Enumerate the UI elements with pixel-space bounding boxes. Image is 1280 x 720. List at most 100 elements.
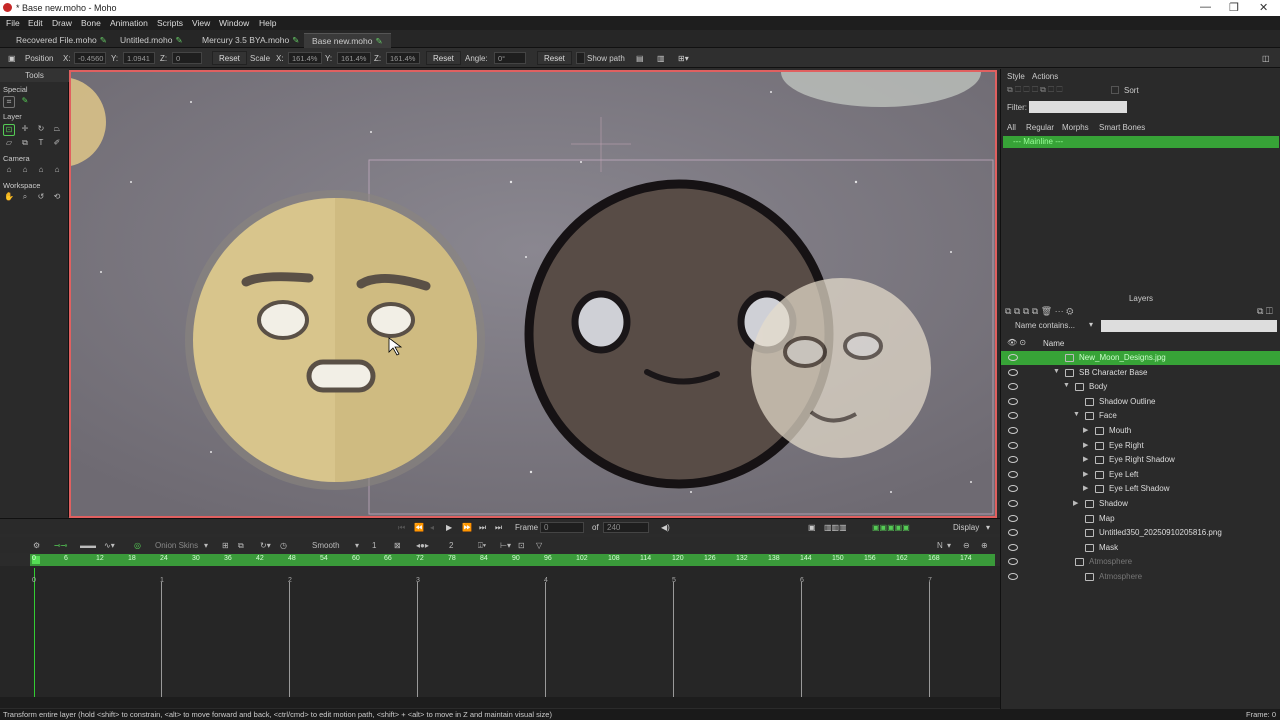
n-chevron-icon[interactable]: ▾: [947, 541, 951, 550]
layer-row[interactable]: Map: [1001, 512, 1280, 526]
menu-file[interactable]: File: [6, 18, 20, 28]
marker-icon[interactable]: ⍗▾: [478, 541, 486, 551]
expand-closed-icon[interactable]: ▶: [1073, 499, 1078, 507]
move-tool-icon[interactable]: ✛: [19, 124, 31, 136]
timeline-body[interactable]: 0 1 2 3 4 5 6 7: [0, 566, 1000, 698]
reset-scale-button[interactable]: Reset: [426, 51, 461, 65]
layer-row[interactable]: Atmosphere: [1001, 555, 1280, 569]
hand-tool-icon[interactable]: ✋: [3, 192, 15, 204]
frame-ruler[interactable]: 0 6 12 18 24 30 36 42 48 54 60 66 72 78 84 90 96 102 108 11…: [30, 554, 995, 566]
menu-draw[interactable]: Draw: [52, 18, 72, 28]
sort-checkbox[interactable]: [1111, 86, 1119, 94]
n-label[interactable]: N: [937, 541, 943, 550]
filter-keys-icon[interactable]: ▽: [536, 541, 542, 550]
angle-field[interactable]: 0°: [494, 52, 526, 64]
visibility-eye-icon[interactable]: [1008, 368, 1018, 376]
mainline-action[interactable]: --- Mainline ---: [1003, 136, 1279, 148]
actions-toolbar-icons[interactable]: ⧉ ⬚ ⬚ ⬚ ⧉ ⬚ ⬚: [1007, 85, 1063, 95]
expand-closed-icon[interactable]: ▶: [1083, 441, 1088, 449]
expand-closed-icon[interactable]: ▶: [1083, 470, 1088, 478]
zoom-in-timeline-icon[interactable]: ⊕: [981, 541, 988, 550]
camera-pan-icon[interactable]: ⌂: [51, 165, 63, 177]
close-icon[interactable]: ✕: [1259, 1, 1268, 14]
filter-input[interactable]: [1029, 101, 1127, 113]
layer-row[interactable]: Atmosphere: [1001, 570, 1280, 584]
onion-chevron-icon[interactable]: ▾: [204, 541, 208, 550]
visibility-eye-icon[interactable]: [1008, 456, 1018, 464]
crop-tool-icon[interactable]: ⌗: [3, 96, 15, 108]
rotate-workspace-icon[interactable]: ↺: [35, 192, 47, 204]
interp-chevron-icon[interactable]: ▾: [355, 541, 359, 550]
next-key-icon[interactable]: ⏭: [479, 523, 486, 533]
cycle-icon[interactable]: ↻▾: [260, 541, 271, 550]
name-contains-dropdown[interactable]: Name contains...: [1005, 320, 1097, 332]
reset-position-button[interactable]: Reset: [212, 51, 247, 65]
rotate-tool-icon[interactable]: ↻: [35, 124, 47, 136]
camera-zoom-icon[interactable]: ⌂: [19, 165, 31, 177]
filter-smart-bones[interactable]: Smart Bones: [1099, 123, 1145, 132]
tab-actions[interactable]: Actions: [1032, 72, 1058, 81]
first-frame-icon[interactable]: ⏮: [398, 523, 405, 533]
restore-icon[interactable]: ❐: [1229, 1, 1239, 14]
visibility-eye-icon[interactable]: [1008, 573, 1018, 580]
visibility-eye-icon[interactable]: [1008, 514, 1018, 522]
tab-base-new[interactable]: Base new.moho ✎: [304, 33, 391, 48]
reset-angle-button[interactable]: Reset: [537, 51, 572, 65]
volume-icon[interactable]: ◀): [661, 523, 670, 532]
filter-all[interactable]: All: [1007, 123, 1016, 132]
expand-closed-icon[interactable]: ▶: [1083, 426, 1088, 434]
position-y-field[interactable]: 1.0941: [123, 52, 155, 64]
menu-view[interactable]: View: [192, 18, 210, 28]
fit-keys-icon[interactable]: ⊡: [518, 541, 525, 550]
layer-row[interactable]: ▼ SB Character Base: [1001, 366, 1280, 380]
visibility-eye-icon[interactable]: [1008, 441, 1018, 449]
shear-tool-icon[interactable]: ⏢: [51, 124, 63, 136]
expand-open-icon[interactable]: ▼: [1063, 382, 1070, 389]
layer-row[interactable]: ▼ Body: [1001, 380, 1280, 394]
position-z-field[interactable]: 0: [172, 52, 202, 64]
total-frames-input[interactable]: 240: [603, 522, 649, 533]
camera-track-icon[interactable]: ⌂: [3, 165, 15, 177]
next-frame-icon[interactable]: ⏩: [462, 523, 472, 532]
panel-toggle-icon[interactable]: ◫: [1262, 54, 1270, 63]
layers-options-icon[interactable]: ⧉ ◫: [1257, 306, 1273, 317]
tab-style[interactable]: Style: [1007, 72, 1025, 81]
last-frame-icon[interactable]: ⏭: [495, 523, 502, 533]
key-box-icon[interactable]: ⊠: [394, 541, 401, 550]
layer-row[interactable]: ▶ Shadow: [1001, 497, 1280, 511]
expand-open-icon[interactable]: ▼: [1073, 411, 1080, 418]
visibility-eye-icon[interactable]: [1008, 558, 1018, 566]
play-icon[interactable]: ▶: [446, 523, 452, 532]
frame-input[interactable]: 0: [540, 522, 584, 533]
show-path-checkbox[interactable]: [576, 52, 585, 64]
layer-row[interactable]: Shadow Outline: [1001, 395, 1280, 409]
orbit-workspace-icon[interactable]: ⟲: [51, 192, 63, 204]
prev-key-icon[interactable]: ⏪: [414, 523, 424, 532]
zoom-tool-icon[interactable]: ⌕: [19, 192, 31, 204]
view-options-icon[interactable]: ▣▣▣▣▣: [872, 523, 910, 532]
visibility-eye-icon[interactable]: [1008, 397, 1018, 405]
canvas-viewport[interactable]: [69, 70, 997, 518]
visibility-eye-icon[interactable]: [1008, 427, 1018, 434]
view-single-icon[interactable]: ▣: [808, 523, 816, 532]
view-layout-icon[interactable]: ▥▥▥: [824, 523, 847, 532]
expand-closed-icon[interactable]: ▶: [1083, 484, 1088, 492]
scale-z-field[interactable]: 161.4%: [386, 52, 420, 64]
prev-frame-icon[interactable]: ◂: [430, 523, 434, 532]
align-keys-icon[interactable]: ⊢▾: [500, 541, 511, 550]
layer-row[interactable]: ▶ Eye Right Shadow: [1001, 453, 1280, 467]
scale-x-field[interactable]: 161.4%: [288, 52, 322, 64]
filter-morphs[interactable]: Morphs: [1062, 123, 1089, 132]
align-icon[interactable]: ⊞▾: [678, 54, 689, 63]
copy-keys-icon[interactable]: ⧉: [238, 541, 244, 551]
eyedropper-tool-icon[interactable]: ✐: [51, 138, 63, 150]
layer-row[interactable]: Untitled350_20250910205816.png: [1001, 526, 1280, 540]
menu-help[interactable]: Help: [259, 18, 276, 28]
flip-h-icon[interactable]: ▤: [636, 54, 644, 63]
key-nav-icon[interactable]: ◂●▸: [416, 541, 429, 550]
tab-untitled[interactable]: Untitled.moho ✎: [112, 33, 191, 48]
flip-v-icon[interactable]: ▥: [657, 54, 665, 63]
visibility-eye-icon[interactable]: [1008, 543, 1018, 551]
name-contains-chevron-icon[interactable]: ▾: [1089, 320, 1093, 329]
expand-open-icon[interactable]: ▼: [1053, 368, 1060, 375]
